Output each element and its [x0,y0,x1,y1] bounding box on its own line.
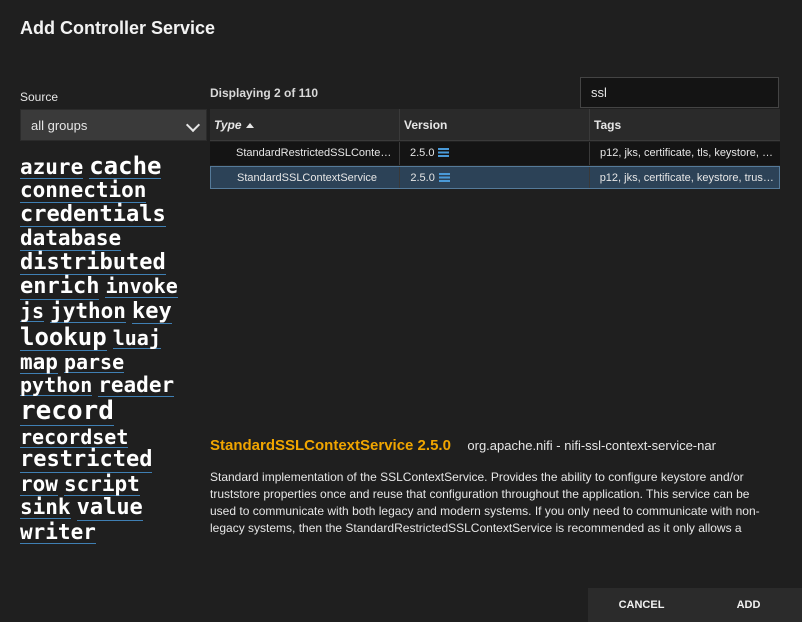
tag-cloud-line: js jython key [20,300,205,325]
table-body: StandardRestrictedSSLContextService 2.5.0… [210,142,780,189]
tag-cloud-line: lookup luaj [20,325,205,351]
detail-description: Standard implementation of the SSLContex… [210,470,760,535]
displaying-count: Displaying 2 of 110 [210,86,319,100]
tag-cloud-line: row script [20,473,205,497]
row-tags: p12, jks, certificate, keystore, trustst… [599,172,779,184]
source-label: Source [20,90,59,104]
tag-cloud: azure cache connection credentials database d… [20,154,205,545]
tag-cloud-line: sink value [20,496,205,521]
tag-python[interactable]: python [20,375,93,397]
tag-connection[interactable]: connection [20,180,147,203]
row-version: 2.5.0 [410,172,435,184]
tag-cloud-line: database [20,227,205,251]
row-tags: p12, jks, certificate, tls, keystore, tr… [600,147,780,159]
table-row[interactable]: StandardRestrictedSSLContextService 2.5.0… [210,142,780,165]
tag-lookup[interactable]: lookup [20,325,107,351]
tag-record[interactable]: record [20,398,114,426]
column-header-tags[interactable]: Tags [590,109,780,140]
filter-input[interactable] [580,77,779,108]
dialog-footer: CANCEL ADD [588,588,802,622]
tag-cloud-line: restricted [20,448,205,473]
tag-cloud-line: writer [20,521,205,544]
row-version-cell: 2.5.0 [400,167,590,188]
column-header-version[interactable]: Version [400,109,590,140]
tag-parse[interactable]: parse [63,351,125,373]
tag-cloud-line: map parse [20,351,205,374]
tag-distributed[interactable]: distributed [20,251,166,276]
detail-title: StandardSSLContextService 2.5.0 org.apac… [210,437,716,455]
detail-service-name: StandardSSLContextService 2.5.0 [210,437,451,454]
dialog-title: Add Controller Service [20,18,216,38]
tag-cloud-line: enrich invoke [20,275,205,300]
list-icon[interactable] [438,173,450,182]
tag-cloud-line: azure cache [20,154,205,180]
source-select-value: all groups [31,118,88,133]
row-type: StandardRestrictedSSLContextService [210,142,400,165]
row-version-cell: 2.5.0 [400,142,590,165]
tag-map[interactable]: map [20,351,58,374]
tag-js[interactable]: js [20,300,45,322]
services-table: Type Version Tags StandardRestrictedSSLC… [210,109,780,189]
tag-key[interactable]: key [131,300,172,325]
list-icon[interactable] [438,148,450,157]
tag-sink[interactable]: sink [20,496,71,520]
tag-cache[interactable]: cache [89,154,162,180]
tag-cloud-line: distributed [20,251,205,276]
table-row[interactable]: StandardSSLContextService 2.5.0 p12, jks, … [210,166,780,189]
tag-cloud-line: recordset [20,426,205,449]
row-version: 2.5.0 [410,147,435,159]
tag-cloud-line: connection [20,180,205,203]
tag-writer[interactable]: writer [20,521,96,544]
source-select[interactable]: all groups [20,109,207,141]
tag-script[interactable]: script [63,473,140,497]
sort-ascending-icon [245,123,254,129]
tag-cloud-line: credentials [20,203,205,228]
tag-jython[interactable]: jython [50,300,126,323]
tag-value[interactable]: value [76,496,143,521]
row-type: StandardSSLContextService [211,167,401,188]
tag-recordset[interactable]: recordset [20,426,129,449]
table-header: Type Version Tags [210,109,780,141]
chevron-down-icon [185,117,201,133]
tag-cloud-line: record [20,398,205,426]
tag-azure[interactable]: azure [20,156,84,180]
tag-credentials[interactable]: credentials [20,203,166,228]
cancel-button[interactable]: CANCEL [588,588,695,622]
tag-invoke[interactable]: invoke [105,276,178,298]
tag-luaj[interactable]: luaj [112,328,161,350]
tag-row[interactable]: row [20,473,58,497]
tag-enrich[interactable]: enrich [20,275,100,300]
column-header-type[interactable]: Type [210,109,400,140]
tag-reader[interactable]: reader [98,374,175,398]
add-button[interactable]: ADD [695,588,802,622]
detail-bundle: org.apache.nifi - nifi-ssl-context-servi… [467,438,716,453]
tag-database[interactable]: database [20,227,122,251]
tag-restricted[interactable]: restricted [20,448,153,473]
tag-cloud-line: python reader [20,374,205,398]
